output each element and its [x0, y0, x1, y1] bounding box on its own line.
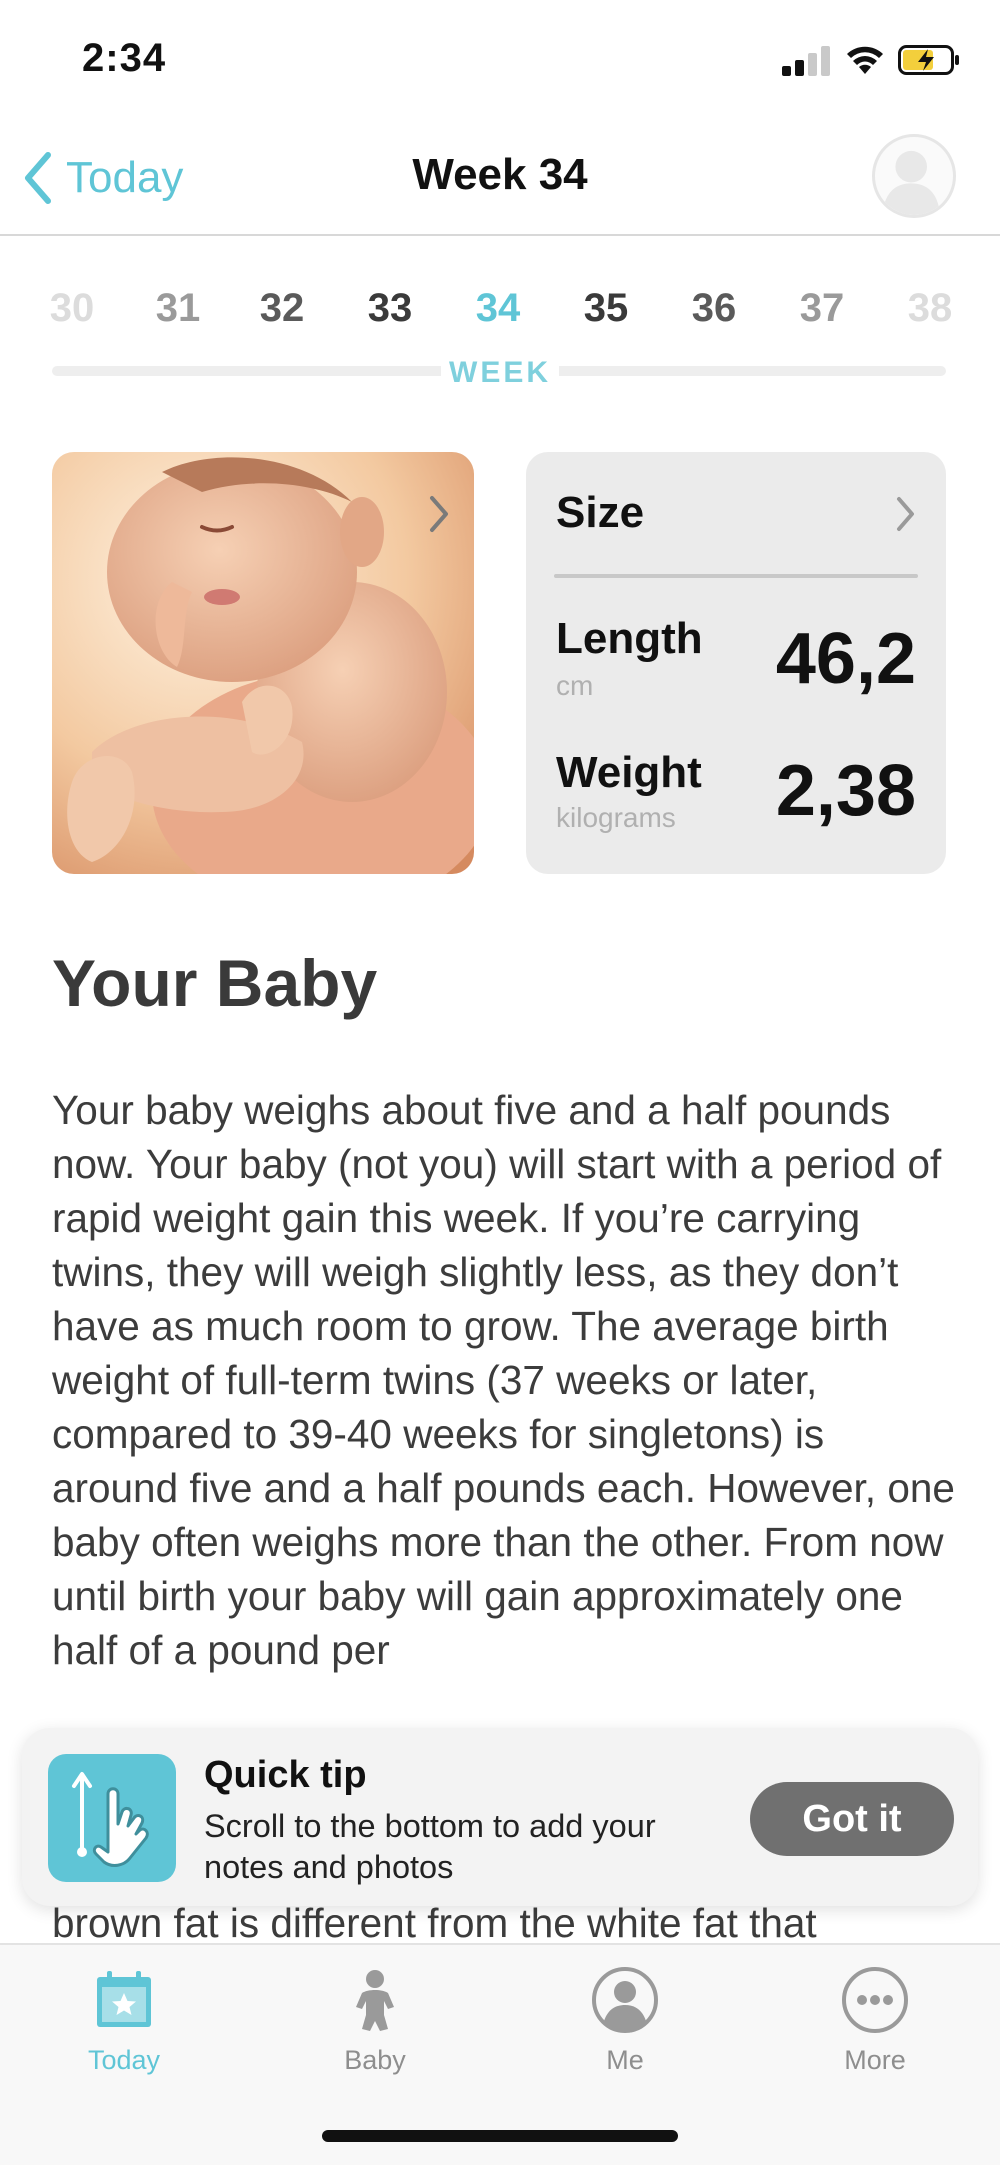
baby-illustration — [52, 452, 474, 874]
week-item[interactable]: 38 — [890, 286, 970, 331]
week-item[interactable]: 36 — [674, 286, 754, 331]
chevron-right-icon — [897, 497, 914, 531]
week-item-selected[interactable]: 34 — [458, 286, 538, 331]
person-icon — [592, 1967, 658, 2033]
tab-more[interactable]: More — [795, 1965, 955, 2076]
week-item[interactable]: 30 — [32, 286, 112, 331]
status-time: 2:34 — [82, 36, 167, 80]
battery-charging-icon — [898, 45, 959, 75]
week-item[interactable]: 37 — [782, 286, 862, 331]
week-item[interactable]: 31 — [138, 286, 218, 331]
baby-illustration-card[interactable] — [52, 452, 474, 874]
size-title: Size — [556, 488, 645, 537]
week-item[interactable]: 32 — [242, 286, 322, 331]
page-title: Week 34 — [412, 150, 588, 199]
tab-baby[interactable]: Baby — [295, 1965, 455, 2076]
nav-bar: Today Week 34 — [0, 120, 1000, 236]
wifi-icon — [847, 46, 883, 74]
scroll-hand-icon — [48, 1754, 176, 1882]
length-label: Length — [556, 614, 703, 663]
weight-label: Weight — [556, 748, 702, 797]
profile-avatar-button[interactable] — [872, 134, 956, 218]
divider — [554, 574, 918, 578]
length-unit: cm — [556, 670, 594, 701]
article-body: Your baby weighs about five and a half p… — [52, 1087, 955, 1673]
home-indicator[interactable] — [322, 2130, 678, 2142]
signal-icon — [782, 44, 832, 76]
calendar-star-icon — [97, 1971, 151, 2027]
quick-tip-text: Scroll to the bottom to add your notes a… — [204, 1808, 656, 1885]
more-dots-icon — [842, 1967, 908, 2033]
weight-value: 2,38 — [775, 751, 916, 831]
baby-icon — [356, 1970, 394, 2031]
chevron-right-icon — [430, 496, 448, 532]
tab-label: Today — [87, 2045, 161, 2075]
weight-unit: kilograms — [556, 802, 676, 833]
section-title: Your Baby — [52, 946, 378, 1020]
status-bar: 2:34 — [0, 0, 1000, 120]
tab-label: More — [844, 2045, 906, 2075]
tab-me[interactable]: Me — [545, 1965, 705, 2076]
week-item[interactable]: 33 — [350, 286, 430, 331]
quick-tip-banner: Quick tip Scroll to the bottom to add yo… — [22, 1728, 978, 1906]
tab-label: Me — [606, 2045, 644, 2075]
week-selector[interactable]: 30 31 32 33 34 35 36 37 38 WEEK — [0, 236, 1000, 416]
quick-tip-title: Quick tip — [204, 1754, 367, 1796]
tab-today[interactable]: Today — [44, 1965, 204, 2076]
week-label: WEEK — [0, 356, 1000, 390]
week-item[interactable]: 35 — [566, 286, 646, 331]
got-it-button[interactable]: Got it — [750, 1782, 954, 1856]
length-value: 46,2 — [775, 619, 916, 699]
tab-label: Baby — [344, 2045, 406, 2075]
size-card[interactable]: Size Length cm 46,2 Weight kilograms 2,3… — [526, 452, 946, 874]
person-icon — [882, 150, 940, 215]
